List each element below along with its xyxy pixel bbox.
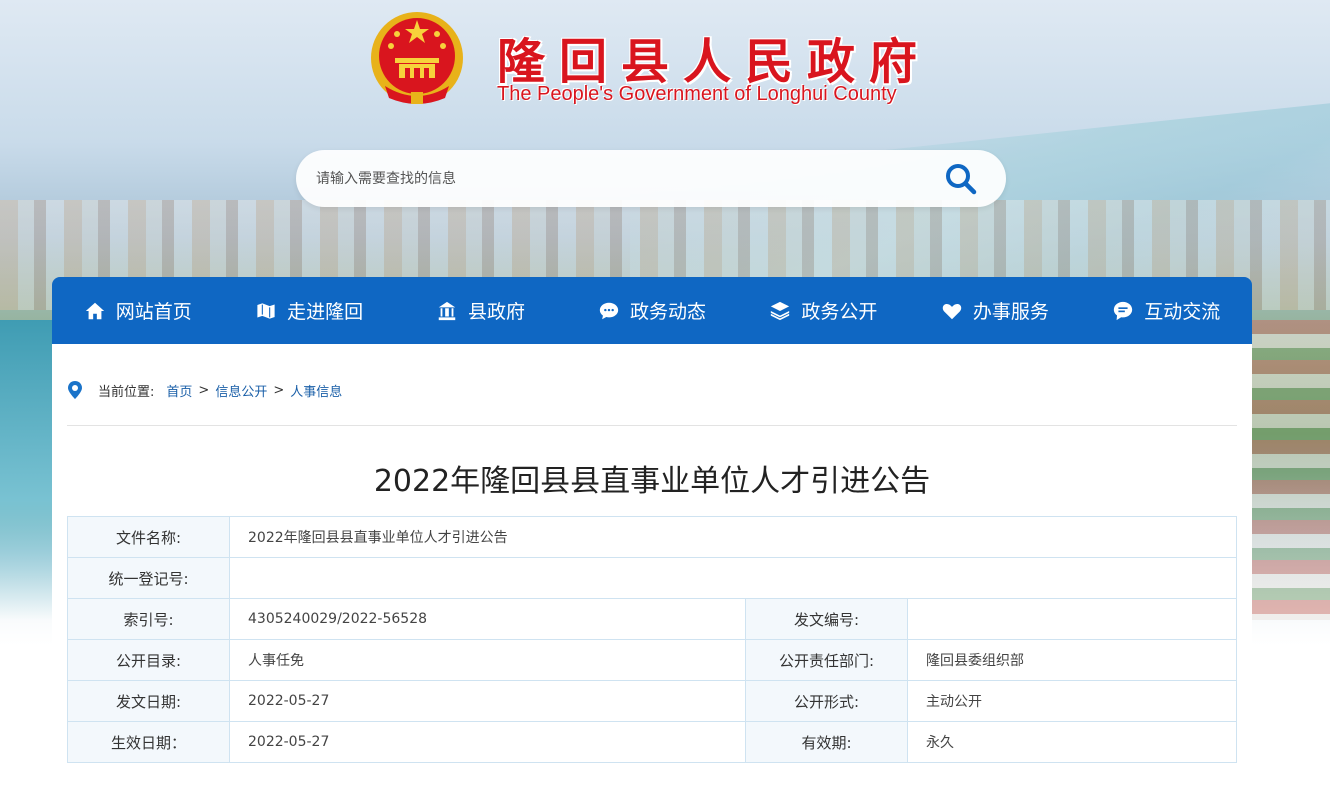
dept-label: 公开责任部门:: [745, 639, 908, 681]
nav-item-label: 县政府: [468, 301, 526, 323]
nav-item-label: 互动交流: [1144, 301, 1221, 323]
nav-item-services[interactable]: 办事服务: [909, 277, 1080, 344]
dept-value: 隆回县委组织部: [907, 639, 1237, 681]
catalog-label: 公开目录:: [67, 639, 230, 681]
site-title: 隆回县人民政府: [497, 34, 932, 90]
validity-label: 有效期:: [745, 721, 908, 763]
government-building-icon: [438, 301, 456, 320]
main-nav: 网站首页 走进隆回 县政府 政务动态 政务公开 办事服务 互动交流: [52, 277, 1252, 344]
site-subtitle: The People's Government of Longhui Count…: [497, 83, 897, 105]
nav-item-label: 政务动态: [629, 301, 706, 323]
banner-town: [1250, 320, 1330, 620]
form-label: 公开形式:: [745, 680, 908, 722]
table-row: 统一登记号:: [67, 557, 1237, 599]
breadcrumb-disclosure-link[interactable]: 信息公开: [215, 381, 267, 400]
doc-no-label: 发文编号:: [745, 598, 908, 640]
national-emblem-icon: [371, 12, 463, 104]
nav-item-label: 网站首页: [115, 301, 192, 323]
breadcrumb-prefix: 当前位置:: [98, 384, 155, 400]
nav-item-about[interactable]: 走进隆回: [223, 277, 394, 344]
breadcrumb-separator: >: [273, 382, 285, 398]
search-icon[interactable]: [944, 162, 978, 196]
nav-item-government[interactable]: 县政府: [395, 277, 566, 344]
message-icon: [1114, 301, 1133, 320]
chat-bubbles-icon: [599, 302, 619, 319]
divider: [67, 425, 1237, 426]
banner-lake: [0, 320, 60, 620]
table-row: 发文日期: 2022-05-27 公开形式: 主动公开: [67, 680, 1237, 722]
nav-item-label: 走进隆回: [287, 301, 364, 323]
map-icon: [256, 301, 276, 320]
article-title: 2022年隆回县县直事业单位人才引进公告: [373, 464, 931, 499]
breadcrumb: 当前位置: 首页 > 信息公开 > 人事信息: [66, 380, 342, 400]
validity-value: 永久: [907, 721, 1237, 763]
issue-date-value: 2022-05-27: [229, 680, 746, 722]
home-icon: [85, 302, 104, 319]
breadcrumb-home-link[interactable]: 首页: [166, 381, 192, 400]
doc-no-value: [907, 598, 1237, 640]
table-row: 索引号: 4305240029/2022-56528 发文编号:: [67, 598, 1237, 640]
file-name-label: 文件名称:: [67, 516, 230, 558]
table-row: 文件名称: 2022年隆回县县直事业单位人才引进公告: [67, 516, 1237, 558]
catalog-value: 人事任免: [229, 639, 746, 681]
table-row: 生效日期： 2022-05-27 有效期: 永久: [67, 721, 1237, 763]
nav-item-disclosure[interactable]: 政务公开: [738, 277, 909, 344]
breadcrumb-personnel-link[interactable]: 人事信息: [290, 381, 342, 400]
nav-item-label: 办事服务: [972, 301, 1049, 323]
layers-icon: [771, 301, 790, 320]
reg-no-label: 统一登记号:: [67, 557, 230, 599]
nav-item-home[interactable]: 网站首页: [52, 277, 223, 344]
effective-date-value: 2022-05-27: [229, 721, 746, 763]
effective-date-label: 生效日期：: [67, 721, 230, 763]
search-bar: [296, 150, 1006, 207]
reg-no-value: [229, 557, 1237, 599]
file-name-value: 2022年隆回县县直事业单位人才引进公告: [229, 516, 1237, 558]
site-header: 隆回县人民政府 The People's Government of Longh…: [0, 0, 1330, 120]
form-value: 主动公开: [907, 680, 1237, 722]
search-input[interactable]: [316, 164, 916, 194]
document-meta-table: 文件名称: 2022年隆回县县直事业单位人才引进公告 统一登记号: 索引号: 4…: [67, 516, 1237, 763]
nav-item-interaction[interactable]: 互动交流: [1081, 277, 1252, 344]
nav-item-label: 政务公开: [801, 301, 878, 323]
breadcrumb-separator: >: [198, 382, 210, 398]
table-row: 公开目录: 人事任免 公开责任部门: 隆回县委组织部: [67, 639, 1237, 681]
index-no-label: 索引号:: [67, 598, 230, 640]
nav-item-news[interactable]: 政务动态: [566, 277, 737, 344]
main-content: 当前位置: 首页 > 信息公开 > 人事信息 2022年隆回县县直事业单位人才引…: [52, 344, 1252, 789]
issue-date-label: 发文日期:: [67, 680, 230, 722]
heart-icon: [942, 303, 962, 319]
index-no-value: 4305240029/2022-56528: [229, 598, 746, 640]
location-pin-icon: [68, 381, 82, 399]
